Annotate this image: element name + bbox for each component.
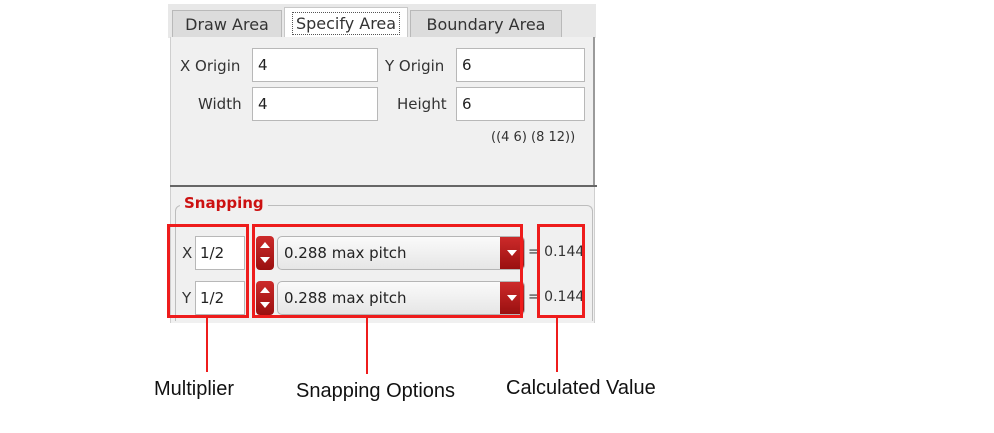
height-label: Height xyxy=(397,95,447,113)
x-origin-field[interactable]: 4 xyxy=(252,48,378,82)
snapping-options-leader-line xyxy=(366,318,368,374)
x-origin-label: X Origin xyxy=(180,57,241,75)
multiplier-leader-line xyxy=(206,318,208,372)
calculated-value-leader-line xyxy=(556,318,558,372)
multiplier-highlight-box xyxy=(167,224,249,318)
snapping-title: Snapping xyxy=(180,194,268,212)
calculated-value-caption: Calculated Value xyxy=(506,377,656,399)
y-origin-label: Y Origin xyxy=(385,57,445,75)
tab-strip: Draw Area Specify Area Boundary Area xyxy=(168,4,596,39)
height-field[interactable]: 6 xyxy=(456,87,585,121)
tab-draw-area[interactable]: Draw Area xyxy=(172,10,282,38)
y-origin-field[interactable]: 6 xyxy=(456,48,585,82)
calculated-value-highlight-box xyxy=(537,224,585,318)
snapping-options-highlight-box xyxy=(252,224,523,318)
tab-boundary-area[interactable]: Boundary Area xyxy=(410,10,562,38)
multiplier-caption: Multiplier xyxy=(154,378,235,400)
width-field[interactable]: 4 xyxy=(252,87,378,121)
bbox-readout: ((4 6) (8 12)) xyxy=(491,130,576,145)
width-label: Width xyxy=(198,95,242,113)
tab-specify-area[interactable]: Specify Area xyxy=(284,7,408,39)
snapping-options-caption: Snapping Options xyxy=(296,380,456,402)
